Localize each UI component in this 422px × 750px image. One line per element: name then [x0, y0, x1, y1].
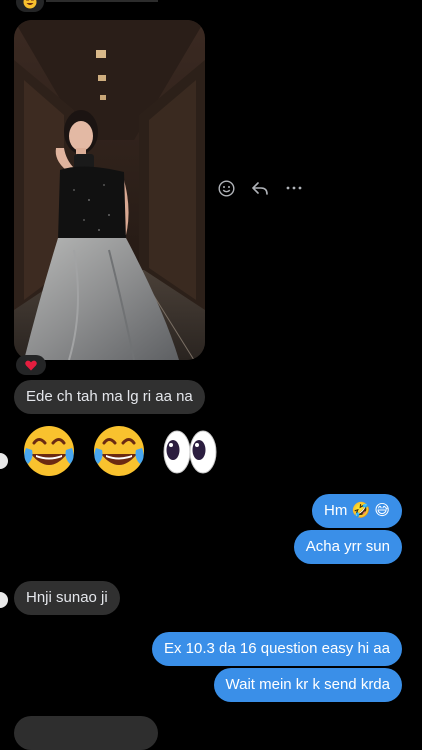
- incoming-message[interactable]: Hnji sunao ji: [14, 581, 120, 615]
- reply-button[interactable]: [250, 178, 270, 198]
- avatar[interactable]: [0, 592, 8, 608]
- outgoing-message[interactable]: Acha yrr sun: [293, 530, 402, 564]
- photo-reaction-badge[interactable]: [16, 355, 46, 375]
- laughing-emoji-icon: [23, 0, 37, 9]
- emoji-message[interactable]: [22, 424, 218, 478]
- outgoing-message[interactable]: Wait mein kr k send krda: [213, 668, 402, 702]
- incoming-message-partial[interactable]: [14, 716, 158, 750]
- react-button[interactable]: [216, 178, 236, 198]
- photo-message[interactable]: [14, 20, 205, 360]
- eyes-emoji-icon: [163, 430, 217, 474]
- tears-of-joy-emoji-icon: [24, 426, 74, 476]
- mirror-selfie-image: [14, 20, 205, 360]
- top-reaction-badge[interactable]: [16, 0, 44, 12]
- reply-arrow-icon: [252, 181, 268, 195]
- more-options-button[interactable]: [284, 178, 304, 198]
- heart-icon: [25, 360, 37, 370]
- avatar[interactable]: [0, 453, 8, 469]
- more-dots-icon: [286, 186, 302, 190]
- outgoing-message[interactable]: Hm 🤣 😅: [312, 494, 402, 528]
- smiley-icon: [217, 179, 235, 197]
- outgoing-message[interactable]: Ex 10.3 da 16 question easy hi aa: [152, 632, 402, 666]
- message-actions: [216, 178, 304, 198]
- tears-of-joy-emoji-icon: [94, 426, 144, 476]
- previous-message-edge: [46, 0, 158, 2]
- incoming-message[interactable]: Ede ch tah ma lg ri aa na: [14, 380, 205, 414]
